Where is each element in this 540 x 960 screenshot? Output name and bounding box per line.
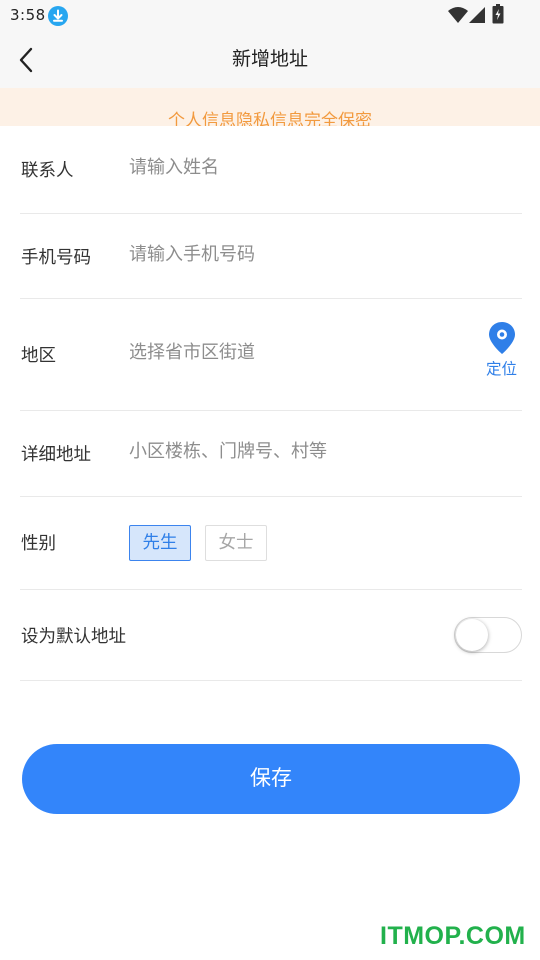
default-address-toggle[interactable] bbox=[454, 617, 522, 653]
privacy-notice: 个人信息隐私信息完全保密 bbox=[0, 88, 540, 128]
location-pin-icon[interactable] bbox=[488, 321, 516, 355]
wifi-icon bbox=[448, 7, 468, 23]
contact-label: 联系人 bbox=[21, 161, 74, 181]
gender-male-button[interactable]: 先生 bbox=[129, 525, 191, 561]
gender-label: 性别 bbox=[21, 534, 56, 554]
back-arrow-icon[interactable] bbox=[14, 46, 40, 74]
toggle-knob bbox=[456, 619, 488, 651]
address-form: 联系人 手机号码 地区 定位 详细地址 性别 先生 女士 设为默认地址 bbox=[0, 126, 540, 686]
contact-name-input[interactable] bbox=[129, 157, 469, 178]
status-time: 3:58 bbox=[10, 6, 46, 24]
locate-button[interactable]: 定位 bbox=[486, 357, 517, 379]
detail-row: 详细地址 bbox=[20, 411, 522, 497]
phone-row: 手机号码 bbox=[20, 214, 522, 299]
detail-address-input[interactable] bbox=[129, 441, 469, 462]
default-address-row: 设为默认地址 bbox=[20, 590, 522, 681]
phone-label: 手机号码 bbox=[21, 248, 91, 268]
download-icon bbox=[48, 6, 68, 26]
contact-row: 联系人 bbox=[20, 126, 522, 214]
region-row[interactable]: 地区 定位 bbox=[20, 299, 522, 411]
signal-icon bbox=[469, 7, 485, 23]
gender-female-button[interactable]: 女士 bbox=[205, 525, 267, 561]
battery-icon bbox=[492, 4, 504, 24]
phone-input[interactable] bbox=[129, 244, 469, 265]
watermark-logo: ITMOP.COM bbox=[380, 922, 526, 950]
privacy-notice-text: 个人信息隐私信息完全保密 bbox=[168, 111, 372, 128]
region-selector[interactable] bbox=[129, 342, 469, 363]
status-bar: 3:58 bbox=[0, 0, 540, 34]
detail-label: 详细地址 bbox=[21, 445, 91, 465]
region-label: 地区 bbox=[21, 346, 56, 366]
save-button[interactable]: 保存 bbox=[22, 744, 520, 814]
page-title: 新增地址 bbox=[231, 48, 308, 70]
default-address-label: 设为默认地址 bbox=[21, 627, 126, 647]
gender-row: 性别 先生 女士 bbox=[20, 497, 522, 590]
nav-bar: 新增地址 bbox=[0, 34, 540, 88]
